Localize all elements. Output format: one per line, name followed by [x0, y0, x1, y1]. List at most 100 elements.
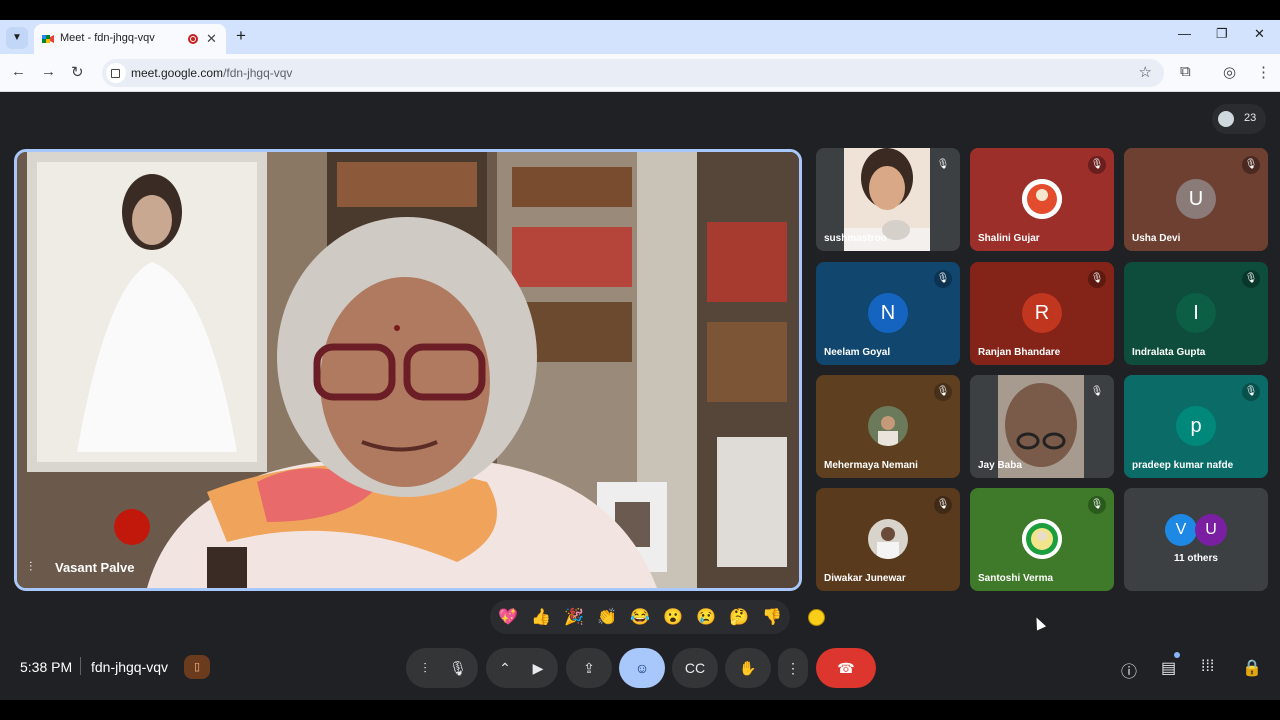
mic-button[interactable]: 🎙: [438, 648, 478, 688]
extensions-puzzle-icon[interactable]: ⧉: [1180, 63, 1191, 80]
reaction-clap[interactable]: 👏: [597, 607, 617, 627]
host-controls-lock-icon[interactable]: 🔒: [1242, 658, 1262, 678]
chat-notification-dot: [1174, 652, 1180, 658]
mic-off-icon: 🎙: [1088, 156, 1106, 174]
mic-off-icon: 🎙: [1088, 496, 1106, 514]
participant-name: Jay Baba: [978, 460, 1022, 471]
reaction-thinking[interactable]: 🤔: [729, 607, 749, 627]
participant-name: sushmastroo: [824, 233, 887, 244]
back-arrow-icon[interactable]: ←: [11, 63, 26, 80]
chat-icon[interactable]: ▤: [1161, 658, 1176, 678]
speaker-audio-icon: ⫶: [29, 559, 33, 574]
reaction-sad[interactable]: 😢: [696, 607, 716, 627]
participant-tile[interactable]: 🎙 Shalini Gujar: [970, 148, 1114, 251]
meet-favicon-icon: [42, 35, 54, 43]
browser-tab-meet[interactable]: Meet - fdn-jhgq-vqv ✕: [34, 24, 226, 54]
participant-name: pradeep kumar nafde: [1132, 460, 1234, 471]
avatar-photo: [868, 519, 908, 559]
participant-tile[interactable]: p 🎙 pradeep kumar nafde: [1124, 375, 1268, 478]
participant-tile[interactable]: I 🎙 Indralata Gupta: [1124, 262, 1268, 365]
participant-tile[interactable]: 🎙 Santoshi Verma: [970, 488, 1114, 591]
skin-tone-selector[interactable]: [808, 609, 825, 626]
reaction-thumbs-up[interactable]: 👍: [531, 607, 551, 627]
send-reaction-button[interactable]: ☺: [619, 648, 665, 688]
participant-name: Indralata Gupta: [1132, 347, 1206, 358]
forward-arrow-icon[interactable]: →: [41, 63, 56, 80]
present-screen-button[interactable]: ⇪: [566, 648, 612, 688]
reaction-party[interactable]: 🎉: [564, 607, 584, 627]
participant-count: 23: [1244, 112, 1257, 124]
activities-grid-icon[interactable]: ⁞⁞⁞: [1201, 658, 1214, 676]
tab-title: Meet - fdn-jhgq-vqv: [60, 32, 155, 44]
camera-button[interactable]: ▶: [518, 648, 558, 688]
participant-name: Usha Devi: [1132, 233, 1181, 244]
participant-name: Neelam Goyal: [824, 347, 891, 358]
participant-tile[interactable]: 🎙 sushmastroo: [816, 148, 960, 251]
participant-avatar: [868, 519, 908, 559]
participant-avatar: [1022, 519, 1062, 559]
window-close-icon[interactable]: ✕: [1254, 26, 1265, 42]
participant-avatar: U: [1176, 179, 1216, 219]
participant-name: Diwakar Junewar: [824, 573, 906, 584]
mic-off-icon: 🎙: [1242, 156, 1260, 174]
url-text: meet.google.com/fdn-jhgq-vqv: [131, 66, 292, 80]
divider: [80, 657, 81, 675]
participant-count-button[interactable]: 23: [1212, 104, 1266, 134]
more-options-button[interactable]: ⋮: [778, 648, 808, 688]
meeting-info-icon[interactable]: ⓘ: [1121, 658, 1137, 682]
url-domain: meet.google.com: [131, 66, 224, 80]
participant-tile[interactable]: U 🎙 Usha Devi: [1124, 148, 1268, 251]
tab-close-icon[interactable]: ✕: [206, 31, 217, 47]
captions-button[interactable]: CC: [672, 648, 718, 688]
main-speaker-tile[interactable]: ⫶ Vasant Palve: [14, 149, 802, 591]
new-tab-button[interactable]: +: [236, 26, 246, 46]
leave-call-button[interactable]: ☎: [816, 648, 876, 688]
participant-avatar: R: [1022, 293, 1062, 333]
participant-avatar: p: [1176, 406, 1216, 446]
activity-badge-icon[interactable]: ▯: [184, 655, 210, 679]
chrome-menu-icon[interactable]: ⋮: [1256, 63, 1271, 81]
url-path: /fdn-jhgq-vqv: [223, 66, 293, 80]
participant-tile[interactable]: 🎙 Mehermaya Nemani: [816, 375, 960, 478]
others-tile[interactable]: V U 11 others: [1124, 488, 1268, 591]
mic-off-icon: 🎙: [936, 159, 950, 170]
participant-name: Shalini Gujar: [978, 233, 1040, 244]
reaction-thumbs-down[interactable]: 👎: [762, 607, 782, 627]
participant-name: Ranjan Bhandare: [978, 347, 1061, 358]
meet-stage: 23 ⫶ Vasant Palve 🎙 sushmastroo 🎙 Shalin…: [0, 92, 1280, 700]
tab-search-chevron-down-icon[interactable]: ▼: [6, 27, 28, 49]
meeting-code: fdn-jhgq-vqv: [91, 659, 169, 675]
minimize-icon[interactable]: —: [1178, 26, 1191, 41]
mic-off-icon: 🎙: [1242, 270, 1260, 288]
profile-icon[interactable]: ◎: [1223, 63, 1236, 81]
participant-avatar: N: [868, 293, 908, 333]
participant-tile[interactable]: 🎙 Diwakar Junewar: [816, 488, 960, 591]
letterbox-top: [0, 0, 1280, 20]
reaction-surprised[interactable]: 😮: [663, 607, 683, 627]
mic-off-icon: 🎙: [934, 496, 952, 514]
reload-icon[interactable]: ↻: [71, 63, 84, 81]
participants-avatar-icon: [1218, 111, 1234, 127]
participant-tile[interactable]: N 🎙 Neelam Goyal: [816, 262, 960, 365]
raise-hand-button[interactable]: ✋: [725, 648, 771, 688]
mic-off-icon: 🎙: [1088, 270, 1106, 288]
recording-icon: [188, 34, 198, 44]
mic-off-icon: 🎙: [1242, 383, 1260, 401]
mic-off-icon: 🎙: [934, 270, 952, 288]
mic-off-icon: 🎙: [1090, 386, 1104, 397]
bookmark-star-icon[interactable]: ☆: [1139, 63, 1152, 81]
site-info-icon[interactable]: [106, 63, 126, 83]
address-bar[interactable]: meet.google.com/fdn-jhgq-vqv ☆: [102, 59, 1164, 87]
participant-tile[interactable]: 🎙 Jay Baba: [970, 375, 1114, 478]
mic-off-icon: 🎙: [934, 383, 952, 401]
speaker-video-frame: [17, 152, 799, 588]
letterbox-bottom: [0, 700, 1280, 720]
reaction-heart[interactable]: 💖: [498, 607, 518, 627]
mouse-cursor-icon: [1031, 615, 1047, 631]
participant-tile[interactable]: R 🎙 Ranjan Bhandare: [970, 262, 1114, 365]
others-avatar: U: [1195, 514, 1227, 546]
others-label: 11 others: [1174, 553, 1218, 564]
participant-avatar: I: [1176, 293, 1216, 333]
restore-icon[interactable]: ❐: [1216, 26, 1228, 42]
reaction-joy[interactable]: 😂: [630, 607, 650, 627]
